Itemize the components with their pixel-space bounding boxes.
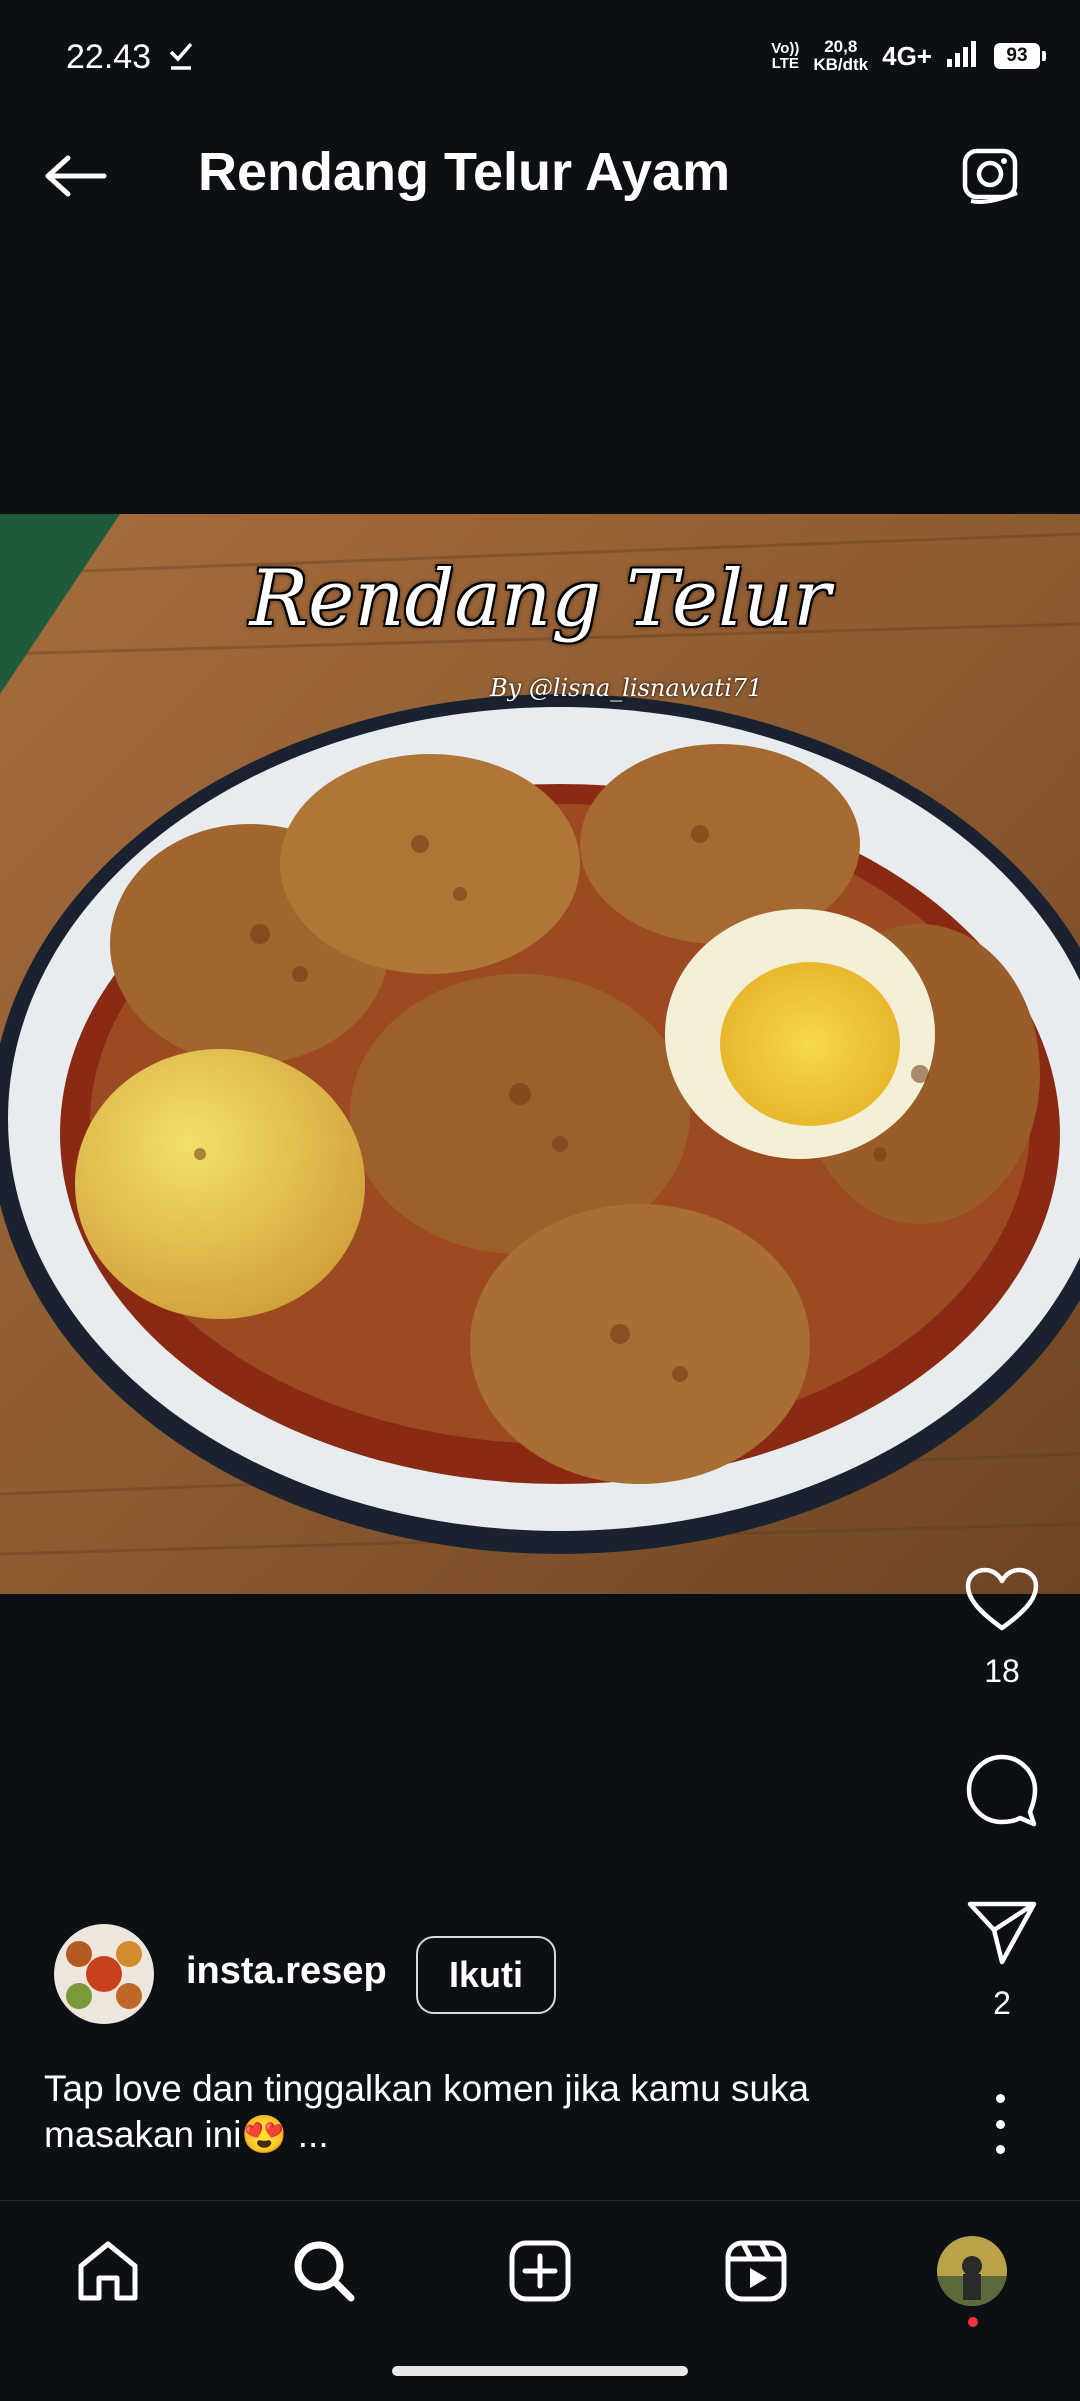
camera-button[interactable] bbox=[952, 136, 1028, 212]
network-speed: 20,8 KB/dtk bbox=[813, 38, 868, 74]
photo-overlay-title: Rendang Telur bbox=[249, 554, 831, 644]
download-complete-icon bbox=[168, 40, 194, 77]
volte-bottom-label: LTE bbox=[771, 55, 799, 72]
more-dot bbox=[995, 2094, 1005, 2103]
like-button[interactable] bbox=[964, 1566, 1040, 1639]
share-action: 2 bbox=[952, 1900, 1052, 2022]
nav-search[interactable] bbox=[284, 2231, 364, 2311]
comment-action bbox=[952, 1752, 1052, 1833]
camera-icon bbox=[962, 148, 1018, 204]
home-indicator[interactable] bbox=[392, 2366, 688, 2376]
back-button[interactable] bbox=[40, 140, 112, 212]
network-speed-unit: KB/dtk bbox=[813, 55, 869, 74]
like-count: 18 bbox=[984, 1653, 1020, 1689]
author-username[interactable]: insta.resep bbox=[186, 1950, 387, 1993]
signal-icon bbox=[946, 39, 980, 74]
nav-profile[interactable] bbox=[932, 2231, 1012, 2311]
more-dot bbox=[995, 2145, 1005, 2154]
status-indicators: Vo)) LTE 20,8 KB/dtk 4G+ 93 bbox=[771, 38, 1046, 74]
profile-avatar bbox=[937, 2236, 1007, 2306]
volte-top-label: Vo)) bbox=[771, 40, 800, 57]
nav-reels[interactable] bbox=[716, 2231, 796, 2311]
volte-indicator: Vo)) LTE bbox=[771, 41, 799, 71]
heart-icon bbox=[965, 1567, 1039, 1631]
search-icon bbox=[294, 2241, 355, 2302]
plus-square-icon bbox=[509, 2240, 571, 2302]
send-icon bbox=[967, 1901, 1037, 1965]
home-icon bbox=[78, 2241, 138, 2301]
reels-icon bbox=[725, 2240, 787, 2302]
follow-button[interactable]: Ikuti bbox=[416, 1936, 556, 2014]
photo-overlay-credit: By @lisna_lisnawati71 bbox=[490, 674, 763, 702]
post-photo[interactable]: Rendang Telur By @lisna_lisnawati71 bbox=[0, 514, 1080, 1594]
like-action: 18 bbox=[952, 1566, 1052, 1690]
share-button[interactable] bbox=[966, 1900, 1038, 1971]
nav-home[interactable] bbox=[68, 2231, 148, 2311]
network-speed-value: 20,8 bbox=[824, 37, 858, 56]
network-type: 4G+ bbox=[882, 40, 932, 71]
more-options-button[interactable] bbox=[980, 2094, 1020, 2154]
status-time: 22.43 bbox=[66, 38, 152, 76]
battery-indicator: 93 bbox=[994, 43, 1046, 69]
comment-button[interactable] bbox=[964, 1752, 1040, 1833]
post-caption[interactable]: Tap love dan tinggalkan komen jika kamu … bbox=[44, 2066, 924, 2158]
author-avatar[interactable] bbox=[54, 1924, 154, 2024]
page-title: Rendang Telur Ayam bbox=[198, 142, 731, 202]
comment-icon bbox=[966, 1754, 1038, 1827]
share-count: 2 bbox=[993, 1985, 1011, 2021]
arrow-left-icon bbox=[45, 155, 107, 197]
notification-dot bbox=[968, 2317, 978, 2327]
nav-create[interactable] bbox=[500, 2231, 580, 2311]
more-dot bbox=[995, 2119, 1005, 2129]
